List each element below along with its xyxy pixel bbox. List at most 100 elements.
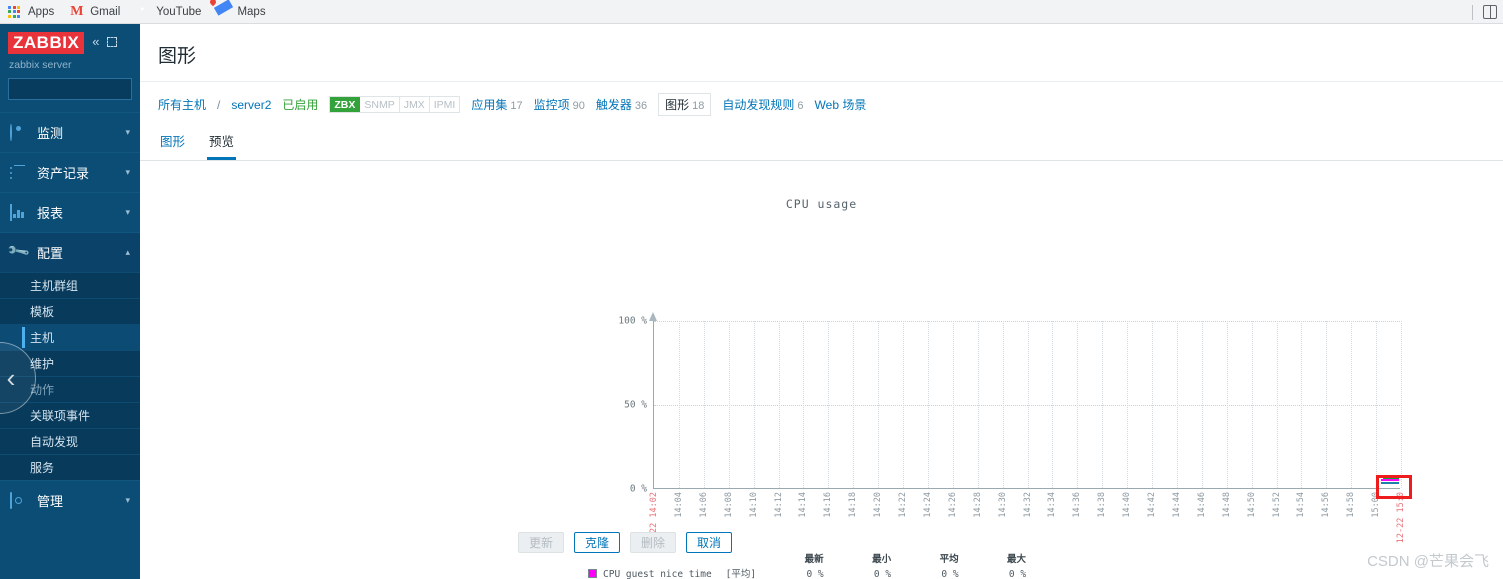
- entity-label[interactable]: 触发器: [596, 96, 632, 113]
- inventory-list-icon: [10, 164, 26, 181]
- legend-header-max: 最大: [1007, 553, 1027, 565]
- sidebar-item-discovery[interactable]: 自动发现: [0, 428, 140, 454]
- breadcrumb-web-scenarios[interactable]: Web 场景: [815, 96, 867, 113]
- x-axis-tick-label: 14:30: [997, 492, 1008, 518]
- zabbix-logo[interactable]: ZABBIX: [8, 32, 85, 54]
- breadcrumb-graphs[interactable]: 图形 18: [658, 93, 712, 116]
- legend-header-avg: 平均: [939, 553, 959, 565]
- entity-label[interactable]: 监控项: [534, 96, 570, 113]
- chevron-up-icon: ▴: [125, 247, 130, 257]
- maps-icon: [217, 5, 231, 19]
- side-panel-icon[interactable]: [1483, 5, 1497, 19]
- legend-series-name: CPU guest nice time: [603, 568, 712, 579]
- gmail-icon: M: [70, 3, 84, 19]
- sidebar-item-administration[interactable]: 管理 ▾: [0, 480, 140, 520]
- grid-line-vertical: [853, 321, 855, 488]
- x-axis-tick-label: 14:08: [723, 492, 734, 518]
- x-axis-tick-label: 14:36: [1072, 492, 1083, 518]
- grid-line-vertical: [803, 321, 805, 488]
- sidebar-item-monitoring[interactable]: 监测 ▾: [0, 112, 140, 152]
- breadcrumb-discovery-rules[interactable]: 自动发现规则 6: [722, 96, 803, 113]
- entity-count: 17: [510, 100, 523, 112]
- sidebar-item-actions[interactable]: 动作: [0, 376, 140, 402]
- entity-label[interactable]: 自动发现规则: [722, 96, 794, 113]
- entity-label[interactable]: 应用集: [471, 96, 507, 113]
- sidebar-subitem-label: 主机: [30, 331, 55, 345]
- sidebar-item-hosts[interactable]: 主机: [0, 324, 140, 350]
- sidebar-search[interactable]: [8, 78, 166, 100]
- x-axis-tick-label: 14:48: [1221, 492, 1232, 518]
- grid-line-vertical: [1326, 321, 1328, 488]
- tab-preview[interactable]: 预览: [207, 125, 237, 160]
- bookmark-maps[interactable]: Maps: [217, 5, 265, 19]
- dock-panel-icon[interactable]: [106, 37, 117, 47]
- legend-value-avg: 0 %: [941, 568, 959, 579]
- x-axis-tick-label: 14:32: [1022, 492, 1033, 518]
- grid-line-vertical: [728, 321, 730, 488]
- x-axis-tick-label: 14:14: [798, 492, 809, 518]
- breadcrumb-applications[interactable]: 应用集 17: [471, 96, 522, 113]
- badge-jmx: JMX: [400, 97, 430, 112]
- x-axis-tick-label: 14:12: [773, 492, 784, 518]
- sidebar-item-event-correlation[interactable]: 关联项事件: [0, 402, 140, 428]
- bookmark-label: YouTube: [156, 5, 202, 18]
- x-axis-tick-label: 14:04: [673, 492, 684, 518]
- eye-icon: [10, 123, 26, 141]
- main-content: 图形 所有主机 / server2 已启用 ZBX SNMP JMX IPMI …: [140, 24, 1503, 579]
- x-axis-tick-label: 14:54: [1296, 492, 1307, 518]
- x-axis-tick-label: 14:18: [848, 492, 859, 518]
- sidebar-item-maintenance[interactable]: 维护: [0, 350, 140, 376]
- grid-line-vertical: [878, 321, 880, 488]
- y-axis-tick-label: 50 %: [624, 399, 647, 411]
- bookmark-apps[interactable]: Apps: [8, 5, 54, 19]
- sidebar-subitem-label: 模板: [30, 305, 55, 319]
- chevron-double-left-icon[interactable]: «: [92, 35, 99, 48]
- cancel-button[interactable]: 取消: [686, 532, 733, 553]
- entity-count: 6: [797, 100, 804, 112]
- legend-value-max: 0 %: [1008, 568, 1027, 579]
- y-axis-arrow-icon: [648, 312, 657, 321]
- breadcrumb-host[interactable]: server2: [231, 98, 271, 112]
- sidebar-item-configuration[interactable]: 🔧 配置 ▴: [0, 232, 140, 272]
- delete-button[interactable]: 删除: [630, 532, 677, 553]
- breadcrumb-triggers[interactable]: 触发器 36: [596, 96, 647, 113]
- update-button[interactable]: 更新: [518, 532, 565, 553]
- grid-line-vertical: [903, 321, 904, 488]
- sidebar-item-templates[interactable]: 模板: [0, 298, 140, 324]
- sidebar-subitem-label: 主机群组: [30, 279, 79, 293]
- entity-label[interactable]: Web 场景: [815, 96, 867, 113]
- grid-line-vertical: [1201, 321, 1203, 488]
- legend-value-min: 0 %: [873, 568, 892, 579]
- x-axis-tick-label: 14:56: [1321, 492, 1332, 518]
- sidebar-subitem-label: 自动发现: [30, 435, 79, 449]
- sidebar-server-name: zabbix server: [9, 59, 72, 71]
- sidebar-item-label: 监测: [37, 126, 64, 141]
- grid-line-vertical: [1127, 321, 1129, 488]
- chevron-down-icon: ▾: [125, 207, 130, 217]
- sidebar: ZABBIX « zabbix server 监测 ▾ 资产记录 ▾ 报表 ▾ …: [0, 24, 166, 579]
- bookmark-gmail[interactable]: M Gmail: [70, 3, 120, 19]
- wrench-icon: 🔧: [6, 238, 32, 264]
- legend-row: CPU guest nice time [平均] 0 % 0 % 0 % 0 %: [588, 568, 1042, 579]
- breadcrumb: 所有主机 / server2 已启用 ZBX SNMP JMX IPMI 应用集…: [140, 82, 1503, 125]
- bookmark-label: Maps: [237, 5, 266, 18]
- legend-color-swatch: [588, 568, 597, 578]
- sidebar-item-label: 资产记录: [37, 166, 90, 181]
- watermark: CSDN @芒果会飞: [1367, 553, 1489, 570]
- x-axis-tick-label: 14:24: [922, 492, 933, 518]
- breadcrumb-items[interactable]: 监控项 90: [534, 96, 585, 113]
- sidebar-item-reports[interactable]: 报表 ▾: [0, 192, 140, 232]
- sidebar-item-host-groups[interactable]: 主机群组: [0, 272, 140, 298]
- sidebar-item-inventory[interactable]: 资产记录 ▾: [0, 152, 140, 192]
- browser-bookmarks-bar: Apps M Gmail YouTube Maps: [0, 0, 1503, 24]
- chart-title: CPU usage: [785, 197, 858, 211]
- clone-button[interactable]: 克隆: [574, 532, 621, 553]
- tab-graph[interactable]: 图形: [158, 125, 187, 160]
- bookmark-youtube[interactable]: YouTube: [136, 5, 201, 19]
- chevron-down-icon: ▾: [125, 127, 130, 137]
- search-input[interactable]: [15, 83, 157, 95]
- y-axis-tick-label: 100 %: [618, 315, 647, 327]
- sidebar-item-services[interactable]: 服务: [0, 454, 140, 480]
- x-axis-tick-label: 12-22 15:0: [1396, 492, 1406, 544]
- breadcrumb-all-hosts[interactable]: 所有主机: [158, 96, 206, 113]
